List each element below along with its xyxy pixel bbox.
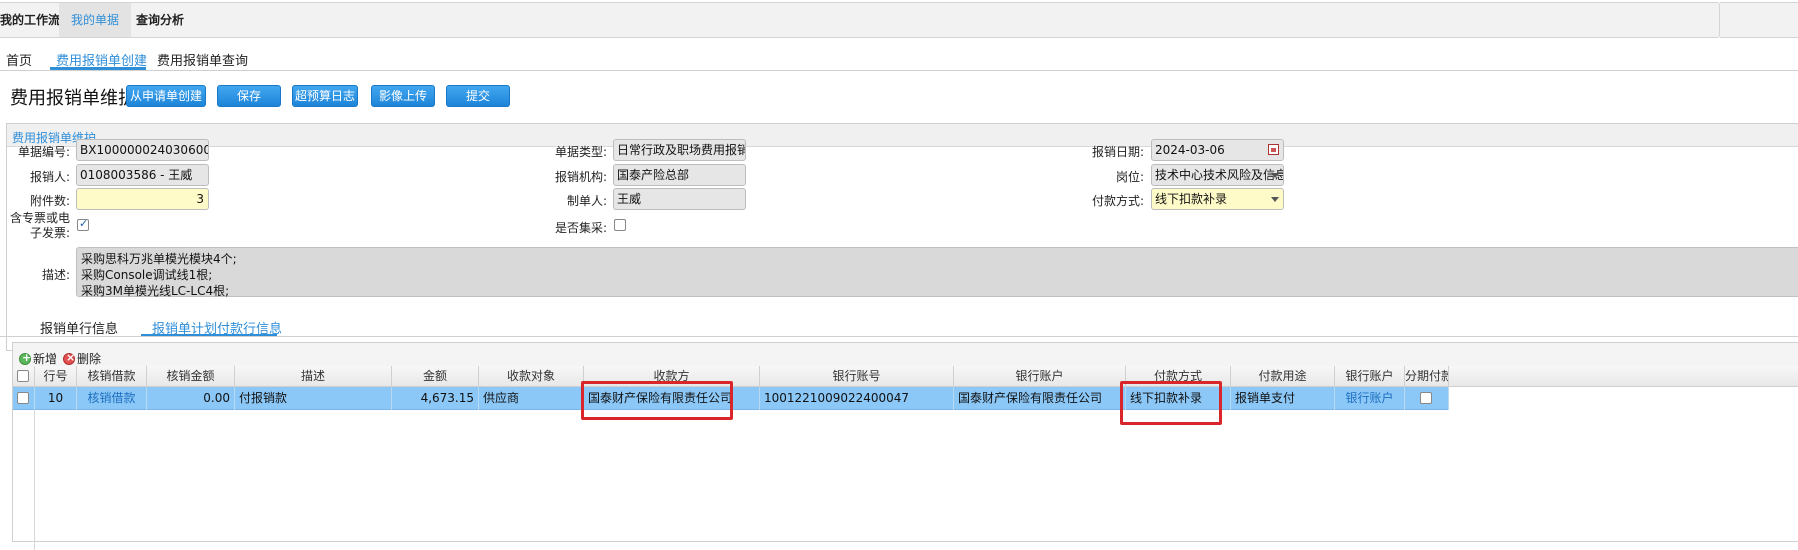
column-header[interactable]: 描述 [235, 366, 392, 387]
nav-query-analysis[interactable]: 查询分析 [136, 3, 184, 37]
doc-no-label: 单据编号: [17, 145, 70, 159]
pay-method-value: 线下扣款补录 [1155, 192, 1228, 206]
doc-no-field[interactable]: BX100000024030600044 [76, 139, 209, 161]
column-header[interactable]: 金额 [392, 366, 479, 387]
desc-line: 采购思科万兆单模光模块4个; [81, 252, 237, 266]
top-nav-bar: 我的工作流 我的单据 查询分析 [0, 2, 1720, 38]
cell-amount: 4,673.15 [392, 387, 479, 410]
description-textarea[interactable]: 采购思科万兆单模光模块4个; 采购Console调试线1根; 采购3M单模光线L… [76, 247, 1798, 298]
tab-home[interactable]: 首页 [6, 50, 32, 69]
attach-count-field[interactable]: 3 [76, 188, 209, 210]
tabs-divider [0, 70, 1798, 71]
add-icon [19, 351, 31, 365]
cell-bank-no: 1001221009022400047 [760, 387, 954, 410]
row-select-cell[interactable] [13, 387, 35, 410]
column-header[interactable]: 银行账号 [760, 366, 954, 387]
select-all-checkbox[interactable] [17, 370, 29, 382]
desc-label: 描述: [41, 268, 70, 282]
column-header[interactable]: 银行账户 [954, 366, 1126, 387]
chevron-down-icon [1271, 197, 1279, 202]
post-label: 岗位: [1115, 170, 1144, 184]
cell-bank-account-link[interactable]: 银行账户 [1335, 387, 1405, 410]
pay-method-select[interactable]: 线下扣款补录 [1151, 188, 1284, 210]
expense-form-panel: 费用报销单维护 [6, 123, 1798, 351]
invoice-label: 含专票或电 子发票: [4, 211, 70, 241]
cell-bank-account: 国泰财产保险有限责任公司 [954, 387, 1126, 410]
highlight-box-pay-method [1120, 381, 1222, 425]
tab-expense-query[interactable]: 费用报销单查询 [157, 50, 248, 69]
nav-my-workflow[interactable]: 我的工作流 [0, 3, 60, 37]
cell-line-no: 10 [35, 387, 77, 410]
column-header[interactable]: 分期付款 [1405, 366, 1449, 387]
create-from-request-button[interactable]: 从申请单创建 [126, 85, 206, 107]
delete-icon [63, 351, 75, 365]
grid-row-gutter [13, 410, 35, 550]
cell-desc: 付报销款 [235, 387, 392, 410]
org-label: 报销机构: [554, 170, 607, 184]
column-header[interactable]: 核销借款 [77, 366, 147, 387]
cell-write-off-amount: 0.00 [147, 387, 235, 410]
image-upload-button[interactable]: 影像上传 [371, 85, 435, 107]
column-header[interactable]: 收款对象 [479, 366, 584, 387]
column-header[interactable]: 行号 [35, 366, 77, 387]
desc-line: 采购Console调试线1根; [81, 268, 213, 282]
cell-payee-type: 供应商 [479, 387, 584, 410]
invoice-label-line2: 子发票: [29, 226, 70, 240]
org-field[interactable]: 国泰产险总部 [613, 164, 746, 186]
save-button[interactable]: 保存 [217, 85, 281, 107]
date-field[interactable]: 2024-03-06 [1151, 139, 1284, 161]
highlight-box-payee [581, 381, 733, 420]
post-value: 技术中心技术风险及信息 [1155, 168, 1284, 182]
submit-button[interactable]: 提交 [446, 85, 510, 107]
date-value: 2024-03-06 [1155, 143, 1225, 157]
cell-installment[interactable] [1405, 387, 1449, 410]
doc-type-field[interactable]: 日常行政及职场费用报销 [613, 139, 746, 161]
maker-field[interactable]: 王威 [613, 188, 746, 210]
add-row-button[interactable]: 新增 [19, 350, 57, 367]
nav-my-documents[interactable]: 我的单据 [59, 3, 132, 37]
maker-label: 制单人: [566, 194, 607, 208]
payment-plan-grid: 新增 删除 行号 核销借款 核销金额 描述 金额 收款对象 收款方 银行账号 银… [12, 342, 1798, 550]
doc-type-label: 单据类型: [554, 145, 607, 159]
invoice-label-line1: 含专票或电 [9, 211, 70, 225]
column-header[interactable]: 核销金额 [147, 366, 235, 387]
page-title: 费用报销单维护 [10, 88, 136, 109]
form-panel-header: 费用报销单维护 [7, 124, 1798, 147]
central-purchase-checkbox[interactable] [614, 219, 626, 231]
delete-row-label: 删除 [77, 352, 102, 366]
claimant-label: 报销人: [29, 170, 70, 184]
cell-write-off-link[interactable]: 核销借款 [77, 387, 147, 410]
tab-claim-lines[interactable]: 报销单行信息 [40, 318, 118, 337]
date-label: 报销日期: [1091, 145, 1144, 159]
central-purchase-label: 是否集采: [554, 221, 607, 235]
claimant-field[interactable]: 0108003586 - 王威 [76, 164, 209, 186]
installment-checkbox[interactable] [1420, 392, 1432, 404]
grid-header: 行号 核销借款 核销金额 描述 金额 收款对象 收款方 银行账号 银行账户 付款… [13, 366, 1798, 387]
attach-label: 附件数: [29, 194, 70, 208]
delete-row-button[interactable]: 删除 [63, 350, 101, 367]
desc-line: 采购3M单模光线LC-LC4根; [81, 284, 230, 298]
column-header[interactable]: 付款用途 [1231, 366, 1335, 387]
pay-method-label: 付款方式: [1091, 194, 1144, 208]
invoice-checkbox[interactable] [77, 217, 89, 231]
chevron-down-icon [1271, 173, 1279, 178]
bottom-tabs-divider [0, 336, 1798, 337]
cell-pay-use: 报销单支付 [1231, 387, 1335, 410]
calendar-icon[interactable] [1268, 144, 1279, 155]
over-budget-log-button[interactable]: 超预算日志 [292, 85, 358, 107]
column-header[interactable]: 银行账户 [1335, 366, 1405, 387]
row-checkbox[interactable] [17, 392, 29, 404]
post-select[interactable]: 技术中心技术风险及信息 [1151, 164, 1284, 186]
top-nav-extension [1720, 2, 1798, 38]
header-select-all[interactable] [13, 366, 35, 387]
add-row-label: 新增 [33, 352, 58, 366]
